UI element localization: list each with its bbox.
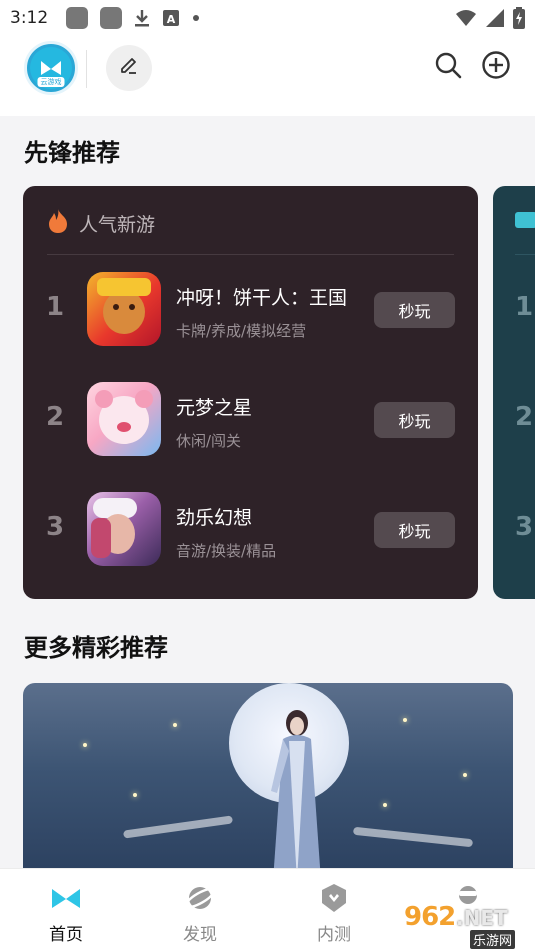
signal-icon xyxy=(485,8,505,32)
rank-number: 3 xyxy=(515,512,534,542)
add-circle-icon xyxy=(481,50,511,84)
game-row[interactable]: 3 劲乐幻想 音游/换装/精品 秒玩 xyxy=(23,490,478,570)
sparkle-decoration xyxy=(383,803,387,807)
sparkle-decoration xyxy=(83,743,87,747)
game-name: 冲呀！饼干人：王国 xyxy=(176,287,348,309)
watermark-brand: 962 xyxy=(404,902,456,932)
rank-number: 2 xyxy=(45,402,65,432)
game-name: 元梦之星 xyxy=(176,397,253,419)
shield-icon xyxy=(317,881,351,914)
card-divider xyxy=(47,254,454,255)
app-logo[interactable]: 云游戏 xyxy=(24,41,78,95)
app-header: 云游戏 xyxy=(0,36,535,116)
site-watermark: 962 .NET 乐游网 xyxy=(396,902,528,949)
game-row[interactable]: 1 冲呀！饼干人：王国 卡牌/养成/模拟经营 秒玩 xyxy=(23,270,478,350)
sparkle-decoration xyxy=(133,793,137,797)
nav-label: 内测 xyxy=(317,925,351,945)
thumbs-up-icon xyxy=(515,212,535,228)
section-title-pioneer: 先锋推荐 xyxy=(24,139,120,167)
play-now-button[interactable]: 秒玩 xyxy=(374,512,455,548)
nav-item-discover[interactable]: 发现 xyxy=(150,881,250,945)
notification-icon xyxy=(100,7,123,29)
game-icon-jinle[interactable] xyxy=(87,492,161,566)
edit-icon xyxy=(118,55,140,81)
gamepad-icon xyxy=(49,881,83,914)
play-now-button[interactable]: 秒玩 xyxy=(374,292,455,328)
flame-icon xyxy=(47,208,69,238)
sparkle-decoration xyxy=(173,723,177,727)
edit-button[interactable] xyxy=(106,45,152,91)
keyboard-icon: A xyxy=(162,9,180,27)
download-icon xyxy=(134,8,150,28)
recommendation-banner[interactable] xyxy=(23,683,513,873)
sparkle-decoration xyxy=(463,773,467,777)
notification-icon xyxy=(66,7,89,29)
rank-card-popular-new[interactable]: 人气新游 1 冲呀！饼干人：王国 卡牌/养成/模拟经营 秒玩 2 元梦之星 休闲… xyxy=(23,186,478,599)
header-divider xyxy=(86,50,87,88)
game-tags: 休闲/闯关 xyxy=(176,432,242,450)
status-bar: 3:12 A xyxy=(0,0,535,36)
card-divider xyxy=(515,254,535,255)
game-icon-cookie-run[interactable] xyxy=(87,272,161,346)
game-tags: 音游/换装/精品 xyxy=(176,542,277,560)
game-name: 劲乐幻想 xyxy=(176,507,253,529)
nav-label: 发现 xyxy=(183,925,217,945)
planet-icon xyxy=(183,881,217,914)
nav-label: 首页 xyxy=(49,925,83,945)
rank-number: 1 xyxy=(515,292,534,322)
rank-number: 1 xyxy=(45,292,65,322)
card-title: 人气新游 xyxy=(79,213,156,236)
search-button[interactable] xyxy=(431,50,465,84)
game-row[interactable]: 2 元梦之星 休闲/闯关 秒玩 xyxy=(23,380,478,460)
sparkle-decoration xyxy=(403,718,407,722)
status-time: 3:12 xyxy=(10,8,49,28)
section-title-more: 更多精彩推荐 xyxy=(24,634,168,662)
game-tags: 卡牌/养成/模拟经营 xyxy=(176,322,307,340)
watermark-subtitle: 乐游网 xyxy=(470,930,516,949)
rank-number: 3 xyxy=(45,512,65,542)
logo-icon: 云游戏 xyxy=(30,47,72,89)
game-icon-yuanmeng[interactable] xyxy=(87,382,161,456)
nav-item-home[interactable]: 首页 xyxy=(16,881,116,945)
character-illustration xyxy=(271,710,321,873)
play-now-button[interactable]: 秒玩 xyxy=(374,402,455,438)
search-icon xyxy=(434,51,462,83)
add-button[interactable] xyxy=(479,50,513,84)
svg-text:A: A xyxy=(167,13,176,26)
wifi-icon xyxy=(455,9,477,31)
card-header: 人气新游 xyxy=(47,208,155,238)
watermark-domain: .NET xyxy=(456,906,508,930)
nav-item-beta[interactable]: 内测 xyxy=(284,881,384,945)
mist-decoration xyxy=(122,815,234,839)
rank-number: 2 xyxy=(515,402,534,432)
logo-tag: 云游戏 xyxy=(37,77,65,87)
mist-decoration xyxy=(352,826,474,848)
dot-icon xyxy=(192,14,200,22)
battery-icon xyxy=(513,7,525,33)
